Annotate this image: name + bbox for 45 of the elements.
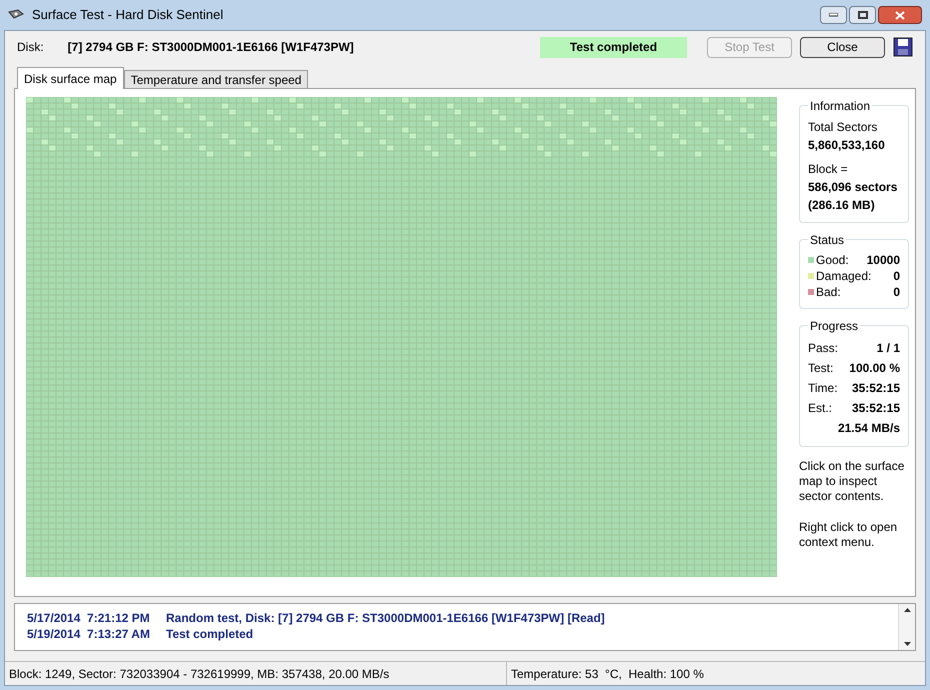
hint-text: Right click to open context menu. [799, 520, 898, 550]
progress-value: 100.00 % [849, 360, 900, 377]
scrollbar[interactable] [898, 604, 915, 650]
tab[interactable]: Temperature and transfer speed [124, 70, 308, 89]
block-size: (286.16 MB) [808, 197, 876, 214]
disk-name: [7] 2794 GB F: ST3000DM001-1E6166 [W1F473PW] [68, 39, 354, 56]
test-status: Test completed [540, 36, 687, 58]
progress-label: Time: [808, 380, 838, 397]
progress-value: 35:52:15 [852, 380, 900, 397]
progress-label: Test: [808, 360, 834, 377]
total-sectors-value: 5,860,533,160 [808, 137, 886, 154]
save-icon[interactable] [893, 37, 913, 57]
log-message: Test completed [166, 626, 254, 642]
status-bar-text: Temperature: 53 °C, Health: 100 % [510, 666, 705, 682]
maximize-button[interactable] [849, 6, 876, 24]
scroll-up-icon[interactable] [904, 608, 910, 612]
progress-value: 1 / 1 [876, 340, 900, 357]
close-window-button[interactable] [878, 6, 922, 24]
status-count: 0 [893, 268, 900, 284]
window-title: Surface Test - Hard Disk Sentinel [32, 6, 224, 24]
scroll-down-icon[interactable] [904, 642, 910, 646]
status-bar-text: Block: 1249, Sector: 732033904 - 732619999, MB: 357438, 20.00 MB/s [5, 662, 507, 685]
log-message: Random test, Disk: [7] 2794 GB F: ST3000DM001-1E6166 [W1F473PW] [Read] [166, 610, 605, 626]
close-button[interactable]: Close [800, 36, 885, 58]
log-time: 5/19/2014 7:13:27 AM [27, 626, 151, 642]
status-count: 10000 [866, 252, 900, 268]
progress-value: 35:52:15 [852, 400, 900, 417]
minimize-button[interactable] [820, 6, 847, 24]
status-label: Good: [816, 252, 849, 268]
progress-label: Pass: [808, 340, 838, 357]
status-label: Bad: [816, 284, 841, 300]
maximize-icon [858, 11, 868, 19]
minimize-icon [829, 13, 838, 17]
disk-label: Disk: [17, 39, 44, 56]
progress-value: 21.54 MB/s [838, 420, 900, 437]
progress-label: Est.: [808, 400, 832, 417]
tab[interactable]: Disk surface map [17, 67, 124, 89]
block-label: Block = [808, 161, 849, 178]
log-time: 5/17/2014 7:21:12 PM [27, 610, 151, 626]
hint-text: Click on the surface map to inspect sector contents. [799, 459, 906, 504]
status-label: Damaged: [816, 268, 872, 284]
block-sectors: 586,096 sectors [808, 179, 898, 196]
status-count: 0 [893, 284, 900, 300]
total-sectors-label: Total Sectors [808, 119, 878, 136]
close-icon [895, 10, 905, 20]
